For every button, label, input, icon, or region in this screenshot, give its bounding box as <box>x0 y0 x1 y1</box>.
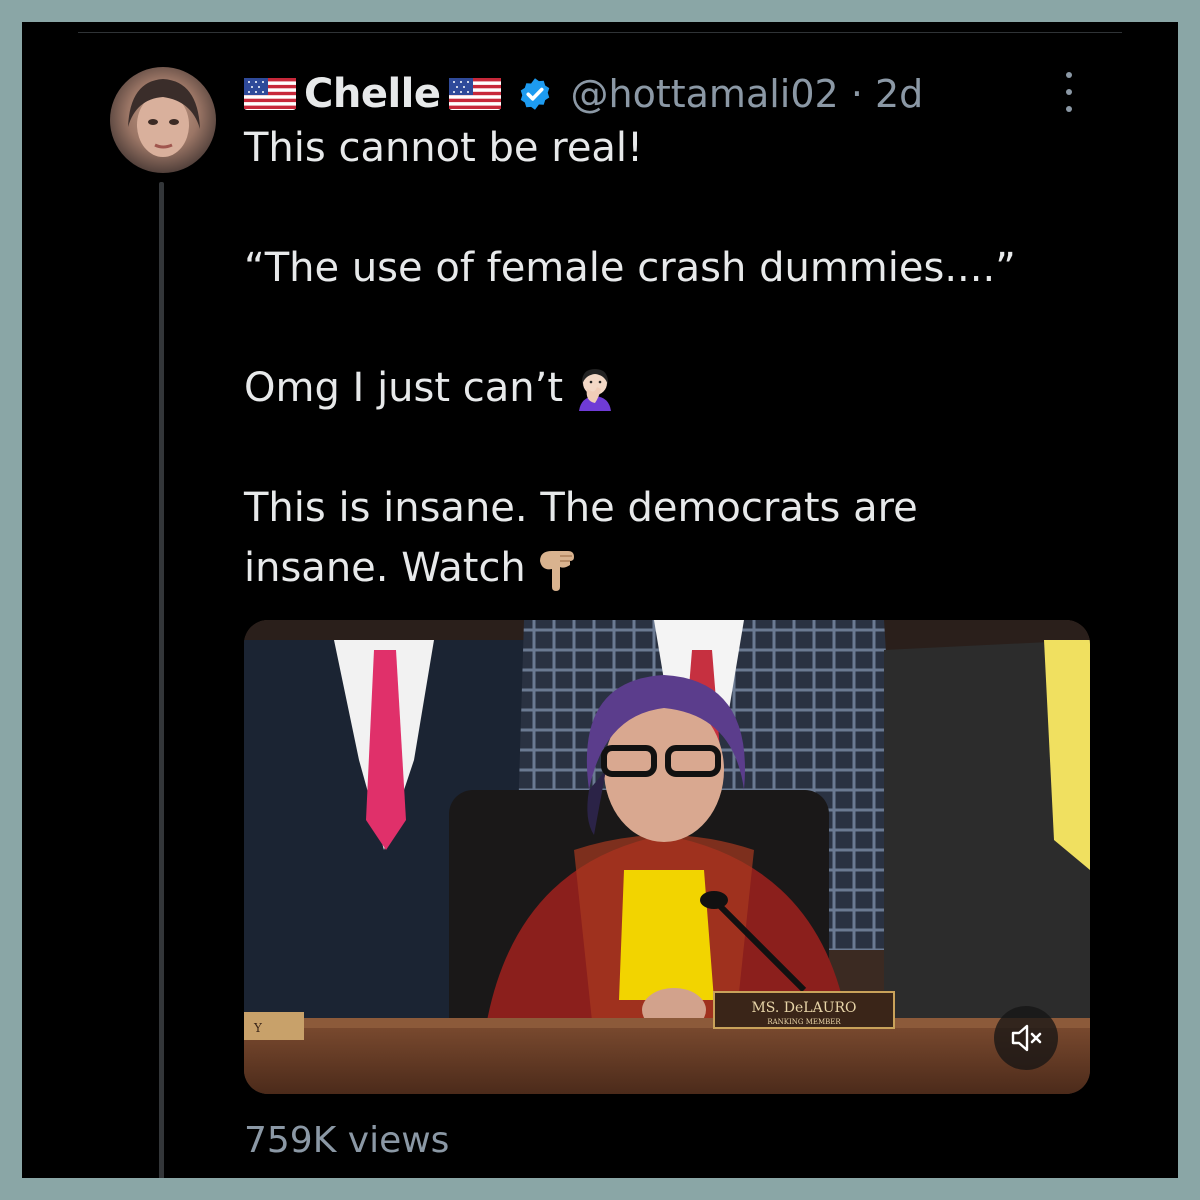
tweet-text-line: This cannot be real! <box>244 125 644 171</box>
timestamp[interactable]: 2d <box>875 72 923 116</box>
thread-line <box>159 182 164 1178</box>
nameplate-subtext: RANKING MEMBER <box>767 1018 841 1026</box>
tweet-header: Chelle @hottamali02 · 2d <box>244 66 923 122</box>
speaker-muted-icon[interactable] <box>994 1006 1058 1070</box>
nameplate-text: MS. DeLAURO <box>751 1000 856 1016</box>
verified-badge-icon[interactable] <box>517 76 553 112</box>
tweet-text-line: insane. Watch <box>244 538 1104 598</box>
tweet-text-line: Omg I just can’t <box>244 358 1104 418</box>
divider <box>78 32 1122 33</box>
video-player[interactable]: MS. DeLAURO RANKING MEMBER Y <box>244 620 1090 1094</box>
avatar[interactable] <box>110 67 216 173</box>
view-count[interactable]: 759K views <box>244 1120 449 1161</box>
tweet-text-line: “The use of female crash dummies....” <box>244 245 1016 291</box>
video-frame: MS. DeLAURO RANKING MEMBER Y <box>244 620 1090 1094</box>
tweet-text-line: This is insane. The democrats are <box>244 485 918 531</box>
display-name[interactable]: Chelle <box>304 71 441 117</box>
nameplate-left-text: Y <box>253 1021 263 1035</box>
backhand-index-pointing-down-emoji <box>534 543 582 591</box>
woman-facepalming-emoji <box>571 363 619 411</box>
more-options-icon[interactable] <box>1057 72 1081 112</box>
us-flag-icon <box>244 78 296 110</box>
avatar-photo <box>128 79 200 157</box>
us-flag-icon <box>448 78 501 110</box>
tweet-frame: Chelle @hottamali02 · 2d This cannot be … <box>22 22 1178 1178</box>
handle[interactable]: @hottamali02 · 2d <box>571 72 924 116</box>
